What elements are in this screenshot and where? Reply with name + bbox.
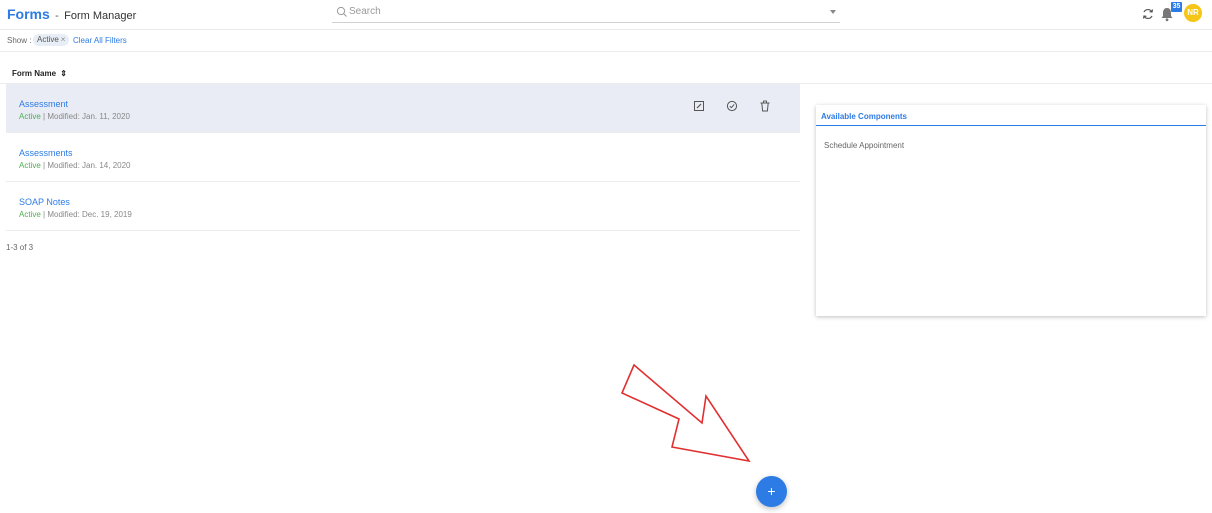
add-form-button[interactable]: + (756, 476, 787, 507)
form-name-link[interactable]: Assessment (19, 99, 68, 109)
component-item[interactable]: Schedule Appointment (824, 141, 904, 150)
refresh-icon[interactable] (1141, 7, 1155, 21)
table-row[interactable]: Assessments Active | Modified: Jan. 14, … (6, 133, 800, 182)
filter-bar: Show : Active × Clear All Filters (0, 30, 1212, 52)
search-placeholder: Search (349, 6, 381, 17)
form-meta: Active | Modified: Jan. 14, 2020 (19, 161, 131, 170)
status-text: Active (19, 210, 41, 219)
top-bar: Forms - Form Manager Search 35 NR (0, 0, 1212, 30)
notification-badge: 35 (1171, 2, 1182, 12)
pagination-count: 1-3 of 3 (6, 243, 34, 252)
close-icon[interactable]: × (61, 35, 66, 44)
form-meta: Active | Modified: Jan. 11, 2020 (19, 112, 130, 121)
trash-icon[interactable] (759, 100, 771, 112)
annotation-arrow-icon (620, 363, 751, 463)
sort-icon[interactable]: ⇕ (60, 69, 67, 78)
form-list: Assessment Active | Modified: Jan. 11, 2… (6, 84, 800, 231)
edit-icon[interactable] (693, 100, 705, 112)
modified-date: Modified: Jan. 14, 2020 (47, 161, 131, 170)
search-icon (336, 6, 347, 17)
page-title[interactable]: Forms (7, 6, 50, 22)
breadcrumb-separator: - (55, 10, 59, 22)
page-subtitle: Form Manager (64, 10, 137, 22)
form-meta: Active | Modified: Dec. 19, 2019 (19, 210, 132, 219)
modified-date: Modified: Dec. 19, 2019 (47, 210, 132, 219)
filter-chip-active[interactable]: Active × (33, 34, 70, 46)
avatar[interactable]: NR (1184, 4, 1202, 22)
table-row[interactable]: Assessment Active | Modified: Jan. 11, 2… (6, 84, 800, 133)
table-row[interactable]: SOAP Notes Active | Modified: Dec. 19, 2… (6, 182, 800, 231)
status-text: Active (19, 112, 41, 121)
form-name-link[interactable]: SOAP Notes (19, 197, 70, 207)
form-name-link[interactable]: Assessments (19, 148, 73, 158)
filter-show-label: Show : (7, 36, 32, 45)
status-text: Active (19, 161, 41, 170)
available-components-panel: Available Components Schedule Appointmen… (816, 105, 1206, 316)
search-input[interactable]: Search (332, 3, 840, 23)
panel-title: Available Components (816, 105, 1206, 126)
modified-date: Modified: Jan. 11, 2020 (47, 112, 130, 121)
column-header-label: Form Name (12, 69, 57, 78)
filter-chip-label: Active (37, 35, 59, 44)
clear-all-filters-link[interactable]: Clear All Filters (73, 36, 127, 45)
column-header-form-name[interactable]: Form Name ⇕ (12, 69, 67, 78)
chevron-down-icon[interactable] (830, 10, 836, 14)
table-header: Form Name ⇕ (0, 64, 1212, 84)
breadcrumb: Forms - Form Manager (7, 6, 136, 22)
publish-check-icon[interactable] (726, 100, 738, 112)
